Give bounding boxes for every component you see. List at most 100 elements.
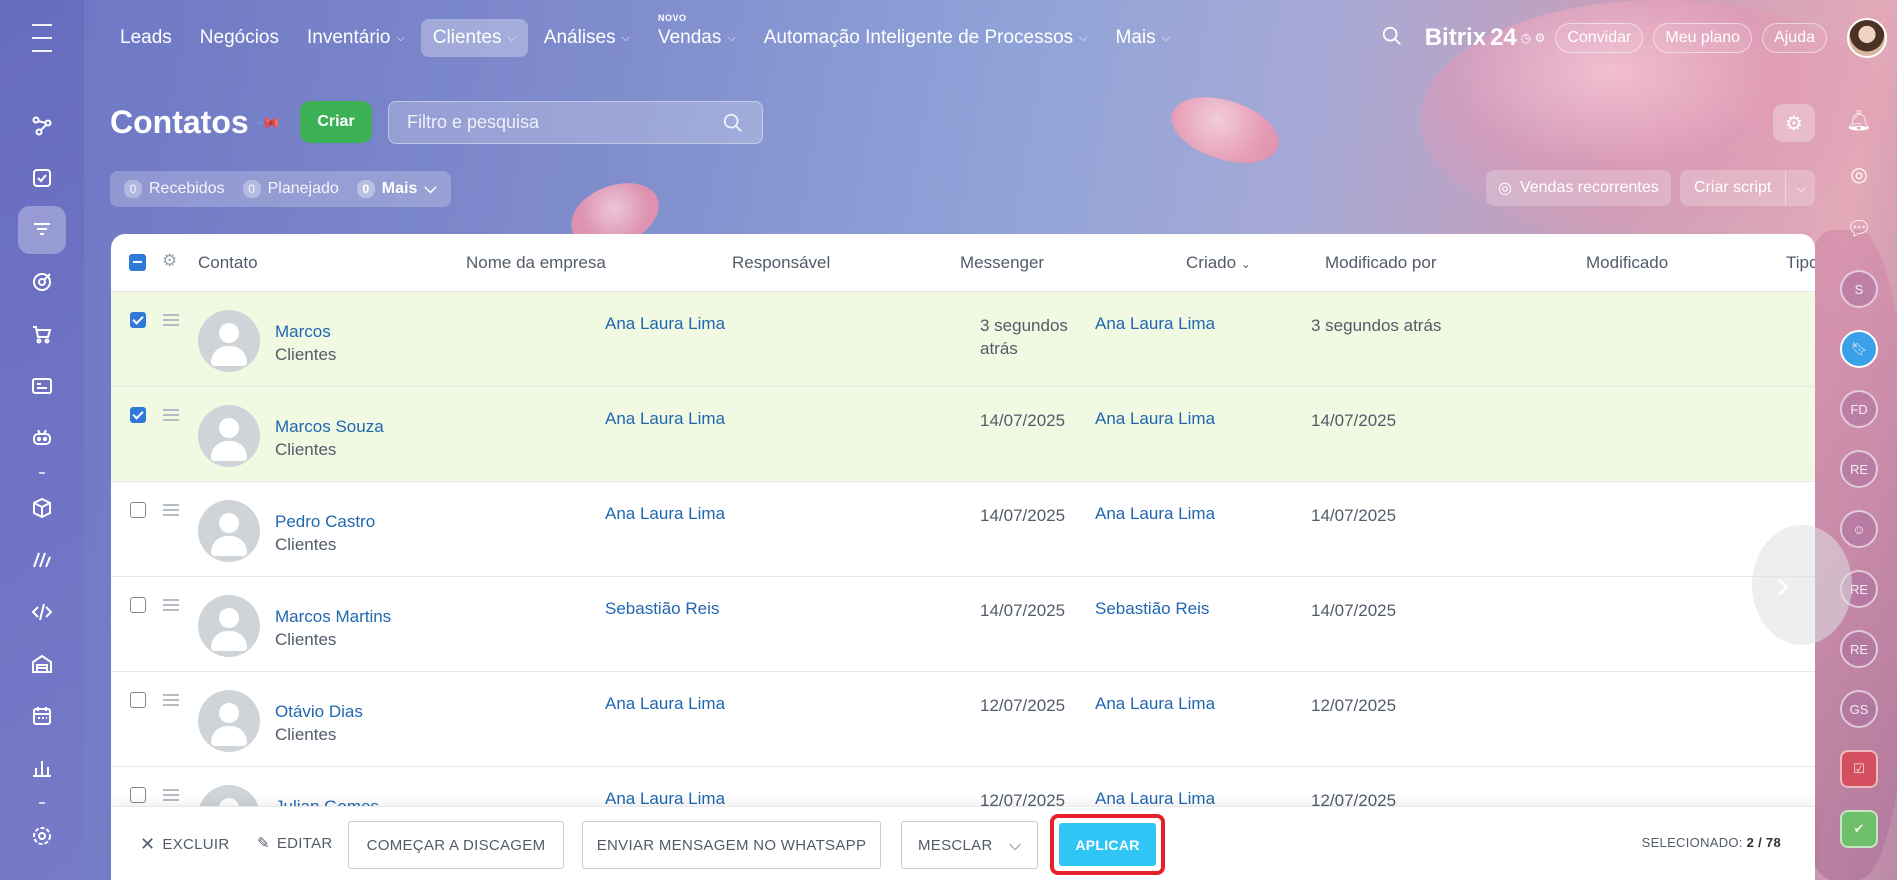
table-row[interactable]: Marcos Martins Clientes Sebastião Reis 14/0… (111, 577, 1815, 672)
nav-deals[interactable]: Negócios (188, 19, 291, 57)
merge-select[interactable]: MESCLAR ⌵ (901, 821, 1038, 869)
contact-avatar[interactable]: S (1840, 270, 1878, 308)
row-checkbox[interactable] (130, 787, 146, 803)
column-type[interactable]: Tipo (1786, 253, 1815, 273)
done-icon[interactable]: ✔ (1840, 810, 1878, 848)
menu-icon[interactable] (20, 24, 64, 52)
search-icon[interactable] (1381, 25, 1403, 52)
responsible-link[interactable]: Ana Laura Lima (605, 314, 725, 334)
responsible-link[interactable]: Ana Laura Lima (605, 504, 725, 524)
table-row[interactable]: Marcos Souza Clientes Ana Laura Lima 14/07/… (111, 387, 1815, 482)
sidebar-calendar-icon[interactable] (18, 692, 66, 740)
responsible-link[interactable]: Sebastião Reis (605, 599, 719, 619)
edit-button[interactable]: ✎ EDITAR (257, 834, 333, 853)
sidebar-inventory-icon[interactable] (18, 484, 66, 532)
contact-name-link[interactable]: Otávio Dias (275, 702, 363, 722)
contact-name-link[interactable]: Marcos Souza (275, 417, 384, 437)
table-row[interactable]: Pedro Castro Clientes Ana Laura Lima 14/07/… (111, 482, 1815, 577)
responsible-link[interactable]: Ana Laura Lima (605, 409, 725, 429)
modified-by-link[interactable]: Sebastião Reis (1095, 599, 1209, 619)
nav-more[interactable]: Mais ⌵ (1104, 19, 1182, 57)
row-checkbox[interactable] (130, 407, 146, 423)
modified-by-link[interactable]: Ana Laura Lima (1095, 504, 1215, 524)
chevron-down-icon[interactable]: ⌵ (1785, 170, 1815, 206)
sidebar-robot-icon[interactable] (18, 414, 66, 462)
invite-button[interactable]: Convidar (1555, 23, 1644, 53)
row-checkbox[interactable] (130, 692, 146, 708)
column-company[interactable]: Nome da empresa (466, 253, 606, 273)
sidebar-feed-icon[interactable] (18, 102, 66, 150)
modified-by-link[interactable]: Ana Laura Lima (1095, 314, 1215, 334)
nav-clients[interactable]: Clientes ⌵ (420, 19, 528, 57)
search-input[interactable]: Filtro e pesquisa (388, 101, 763, 144)
contact-name-link[interactable]: Marcos (275, 322, 331, 342)
sidebar-automation-icon[interactable] (18, 536, 66, 584)
nav-leads[interactable]: Leads (108, 19, 184, 57)
contact-name-link[interactable]: Pedro Castro (275, 512, 375, 532)
contact-avatar[interactable]: FD (1840, 390, 1878, 428)
whatsapp-button[interactable]: ENVIAR MENSAGEM NO WHATSAPP (582, 821, 881, 869)
counter-more[interactable]: 0 Mais ⌵ (356, 180, 437, 198)
sidebar-cart-icon[interactable] (18, 310, 66, 358)
gear-icon[interactable]: ⚙ (162, 251, 177, 271)
table-row[interactable]: Marcos Clientes Ana Laura Lima 3 segundos a… (111, 292, 1815, 387)
nav-inventory[interactable]: Inventário ⌵ (295, 19, 417, 57)
sidebar-marketing-icon[interactable] (18, 258, 66, 306)
modified-by-link[interactable]: Ana Laura Lima (1095, 694, 1215, 714)
pin-icon[interactable]: 📌 (255, 108, 283, 136)
modified-by-link[interactable]: Ana Laura Lima (1095, 409, 1215, 429)
contact-type: Clientes (275, 725, 337, 744)
contact-avatar[interactable]: RE (1840, 630, 1878, 668)
select-all-checkbox[interactable] (129, 254, 146, 271)
start-dialing-button[interactable]: COMEÇAR A DISCAGEM (348, 821, 564, 869)
column-modified[interactable]: Modificado (1586, 253, 1668, 273)
copilot-icon[interactable]: ◎ (1841, 154, 1877, 194)
create-script-button[interactable]: Criar script ⌵ (1680, 170, 1816, 206)
bell-icon[interactable]: 🔔︎ (1841, 100, 1877, 140)
sidebar-warehouse-icon[interactable] (18, 640, 66, 688)
bookmark-icon[interactable]: 🔖︎ (1840, 330, 1878, 368)
counter-received[interactable]: 0 Recebidos (124, 180, 225, 198)
my-plan-button[interactable]: Meu plano (1653, 23, 1753, 53)
responsible-link[interactable]: Ana Laura Lima (605, 694, 725, 714)
create-button[interactable]: Criar (300, 101, 372, 143)
help-button[interactable]: Ajuda (1762, 23, 1827, 53)
column-messenger[interactable]: Messenger (960, 253, 1044, 273)
sidebar-analytics-icon[interactable] (18, 744, 66, 792)
nav-sales[interactable]: NOVO Vendas ⌵ (646, 13, 748, 57)
column-contact[interactable]: Contato (198, 253, 258, 273)
row-checkbox[interactable] (130, 502, 146, 518)
user-avatar[interactable] (1847, 18, 1887, 58)
gear-icon[interactable]: ⚙ (1773, 104, 1815, 142)
apply-button[interactable]: APLICAR (1059, 823, 1156, 866)
sidebar-crm-icon[interactable] (18, 206, 66, 254)
drag-handle-icon[interactable] (163, 789, 179, 804)
chat-icon[interactable]: 💬︎ (1841, 208, 1877, 248)
nav-automation[interactable]: Automação Inteligente de Processos ⌵ (752, 19, 1100, 57)
drag-handle-icon[interactable] (163, 694, 179, 709)
column-created[interactable]: Criado ⌄ (1186, 253, 1251, 273)
delete-button[interactable]: ✕ EXCLUIR (140, 834, 230, 855)
sidebar-tasks-icon[interactable] (18, 154, 66, 202)
nav-analytics[interactable]: Análises ⌵ (532, 19, 642, 57)
column-responsible[interactable]: Responsável (732, 253, 830, 273)
counter-planned[interactable]: 0 Planejado (242, 180, 339, 198)
column-modified-by[interactable]: Modificado por (1325, 253, 1437, 273)
recurring-sales-button[interactable]: ◎ Vendas recorrentes (1486, 170, 1671, 206)
contact-avatar-photo[interactable]: ☺ (1840, 510, 1878, 548)
drag-handle-icon[interactable] (163, 599, 179, 614)
drag-handle-icon[interactable] (163, 504, 179, 519)
drag-handle-icon[interactable] (163, 409, 179, 424)
sidebar-sites-icon[interactable] (18, 362, 66, 410)
sidebar-developer-icon[interactable] (18, 588, 66, 636)
chevron-right-icon[interactable]: › (1752, 525, 1852, 645)
row-checkbox[interactable] (130, 312, 146, 328)
contact-avatar[interactable]: GS (1840, 690, 1878, 728)
table-row[interactable]: Otávio Dias Clientes Ana Laura Lima 12/07/2… (111, 672, 1815, 767)
contact-name-link[interactable]: Marcos Martins (275, 607, 391, 627)
contact-avatar[interactable]: RE (1840, 450, 1878, 488)
sidebar-settings-icon[interactable] (18, 812, 66, 860)
task-icon[interactable]: ☑ (1840, 750, 1878, 788)
drag-handle-icon[interactable] (163, 314, 179, 329)
row-checkbox[interactable] (130, 597, 146, 613)
